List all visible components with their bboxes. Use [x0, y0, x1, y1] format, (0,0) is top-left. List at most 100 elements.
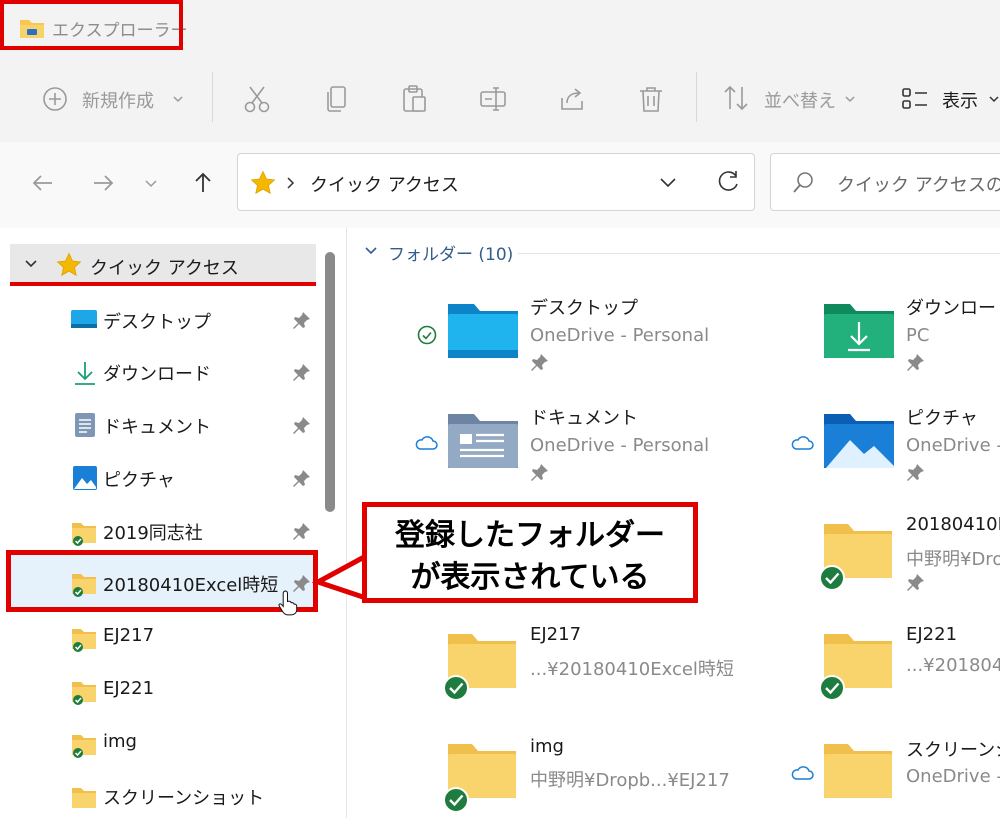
plus-circle-icon	[43, 87, 67, 111]
search-box[interactable]: クイック アクセスの検	[770, 153, 1000, 211]
tile-name: デスクトップ	[530, 298, 638, 319]
sidebar-item-label: EJ217	[103, 625, 155, 646]
recent-locations-icon[interactable]	[144, 176, 158, 190]
folder-icon	[72, 682, 96, 705]
sidebar-item-label: ピクチャ	[103, 470, 175, 491]
callout-line-1: 登録したフォルダー	[395, 518, 665, 553]
folder-icon	[72, 735, 96, 758]
group-header-folders[interactable]: フォルダー (10)	[388, 240, 513, 265]
pin-icon[interactable]	[292, 310, 312, 330]
desktop-icon	[71, 310, 97, 328]
delete-icon[interactable]	[636, 84, 666, 114]
documents-folder-icon	[448, 414, 518, 468]
address-history-icon[interactable]	[658, 174, 678, 190]
chevron-down-icon[interactable]	[364, 245, 378, 257]
chevron-down-icon[interactable]	[24, 258, 38, 270]
tile-20180410excel[interactable]: 20180410E 中野明¥Dro	[786, 510, 1000, 600]
pin-icon	[907, 354, 924, 371]
tile-pictures[interactable]: ピクチャ OneDrive -	[786, 400, 1000, 490]
tile-name: スクリーンショ	[906, 740, 1000, 761]
sidebar-item-2019doshisha[interactable]: 2019同志社	[0, 509, 318, 553]
tile-img[interactable]: img 中野明¥Dropb...¥EJ217	[410, 730, 770, 818]
folder-icon	[824, 744, 892, 798]
pin-icon[interactable]	[292, 468, 312, 488]
refresh-icon[interactable]	[714, 168, 742, 196]
back-icon[interactable]	[30, 170, 56, 196]
folder-icon	[72, 574, 96, 597]
tile-subtitle: OneDrive - Personal	[530, 435, 710, 456]
tile-name: ドキュメント	[530, 408, 638, 429]
new-button-label: 新規作成	[82, 91, 154, 112]
folder-icon	[72, 629, 96, 652]
group-divider	[518, 253, 1000, 254]
tile-downloads[interactable]: ダウンロード PC	[786, 290, 1000, 380]
sidebar-item-img[interactable]: img	[0, 721, 318, 765]
pin-icon[interactable]	[292, 362, 312, 382]
tile-subtitle: ...¥20180410Excel時短	[530, 659, 734, 680]
folder-icon	[72, 788, 96, 808]
tile-subtitle: 中野明¥Dropb...¥EJ217	[530, 770, 730, 791]
tile-screenshots[interactable]: スクリーンショ OneDrive -	[786, 730, 1000, 818]
rename-icon[interactable]	[478, 84, 510, 114]
pane-divider[interactable]	[346, 228, 347, 818]
pin-icon	[907, 574, 924, 591]
folder-icon	[443, 634, 516, 701]
desktop-folder-icon	[448, 304, 518, 358]
sidebar-item-label: 20180410Excel時短	[103, 575, 279, 596]
breadcrumb-chevron-icon	[287, 177, 295, 189]
tile-name: img	[530, 736, 564, 757]
tile-documents[interactable]: ドキュメント OneDrive - Personal	[410, 400, 770, 490]
sidebar-item-ej217[interactable]: EJ217	[0, 615, 318, 659]
chevron-down-icon	[989, 96, 999, 103]
sidebar-item-documents[interactable]: ドキュメント	[0, 403, 318, 447]
pin-icon[interactable]	[292, 521, 312, 541]
search-icon	[793, 172, 813, 193]
tile-name: EJ217	[530, 624, 582, 645]
callout-text: 登録したフォルダー が表示されている	[367, 515, 693, 599]
tile-ej221[interactable]: EJ221 ...¥201804	[786, 620, 1000, 710]
sidebar-item-downloads[interactable]: ダウンロード	[0, 350, 318, 394]
download-icon	[75, 362, 95, 385]
tile-subtitle: 中野明¥Dro	[906, 549, 1000, 570]
pin-icon	[907, 464, 924, 481]
sidebar-item-20180410excel[interactable]: 20180410Excel時短	[6, 550, 318, 616]
sidebar-item-label: ドキュメント	[103, 417, 211, 438]
search-placeholder: クイック アクセスの検	[837, 175, 1000, 196]
tile-subtitle: PC	[906, 325, 930, 346]
picture-icon	[73, 466, 97, 490]
sidebar-item-desktop[interactable]: デスクトップ	[0, 298, 318, 342]
sidebar-item-screenshots[interactable]: スクリーンショット	[0, 774, 318, 818]
address-bar[interactable]: クイック アクセス	[237, 153, 755, 211]
sidebar-quick-access[interactable]: クイック アクセス	[10, 244, 316, 286]
tile-subtitle: ...¥201804	[906, 655, 1000, 676]
pin-icon[interactable]	[292, 415, 312, 435]
folder-icon	[443, 744, 516, 813]
breadcrumb-location[interactable]: クイック アクセス	[310, 171, 459, 197]
sidebar-quick-access-label: クイック アクセス	[90, 258, 239, 279]
share-icon[interactable]	[558, 84, 588, 114]
sidebar-item-label: スクリーンショット	[103, 788, 265, 809]
sidebar-item-label: ダウンロード	[103, 364, 211, 385]
forward-icon[interactable]	[90, 170, 116, 196]
tile-subtitle: OneDrive - Personal	[530, 325, 710, 346]
sort-button-label: 並べ替え	[764, 91, 836, 112]
sidebar-item-pictures[interactable]: ピクチャ	[0, 456, 318, 500]
cloud-icon	[415, 436, 438, 450]
copy-icon[interactable]	[322, 84, 352, 114]
tile-name: ピクチャ	[906, 408, 978, 429]
toolbar-separator	[696, 72, 697, 122]
sidebar-item-ej221[interactable]: EJ221	[0, 668, 318, 712]
up-icon[interactable]	[190, 170, 216, 196]
tile-ej217[interactable]: EJ217 ...¥20180410Excel時短	[410, 620, 770, 710]
sidebar-scrollbar[interactable]	[325, 252, 335, 512]
view-list-icon	[902, 88, 927, 109]
tile-name: 20180410E	[906, 514, 1000, 535]
folder-icon	[819, 524, 892, 591]
pictures-folder-icon	[824, 414, 894, 468]
tile-name: EJ221	[906, 624, 958, 645]
sidebar-item-label: EJ221	[103, 678, 155, 699]
paste-icon[interactable]	[400, 84, 430, 114]
cut-icon[interactable]	[242, 84, 272, 114]
tile-desktop[interactable]: デスクトップ OneDrive - Personal	[410, 290, 770, 380]
toolbar-separator	[212, 72, 213, 122]
